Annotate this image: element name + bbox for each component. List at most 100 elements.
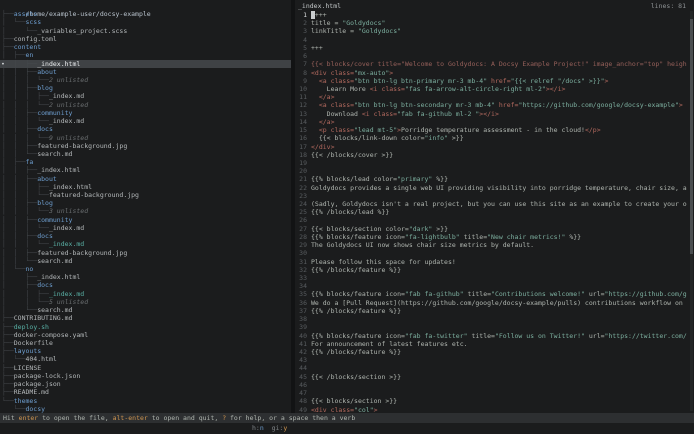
tree-item-dir[interactable]: │ ├──docs: [0, 281, 291, 289]
tree-item-dir[interactable]: ├──content: [0, 43, 291, 51]
tree-branch-guides: └──: [2, 397, 14, 405]
code-segment: Goldydocs provides a single web UI provi…: [311, 184, 687, 192]
code-line: 28{{% blocks/feature icon="fa-lightbulb"…: [295, 233, 687, 241]
code-text: </div>: [311, 143, 687, 151]
tree-item-label: search.md: [37, 150, 72, 158]
code-line: 41 For announcement of latest features et…: [295, 340, 687, 348]
code-segment: %}}: [432, 175, 448, 183]
tree-branch-guides: │ │ │ ├──: [2, 92, 49, 100]
tree-item-file[interactable]: │ │ │ └──_index.md: [0, 240, 291, 248]
line-number: 23: [295, 192, 307, 200]
tree-item-dir[interactable]: │ │ ├──community: [0, 216, 291, 224]
tree-item-dir[interactable]: │ │ ├──docs: [0, 125, 291, 133]
preview-code: 1 +++2title = "Goldydocs"3linkTitle = "G…: [295, 11, 687, 413]
tree-item-file[interactable]: │ │ │ ├──_index.html: [0, 183, 291, 191]
tree-item-file[interactable]: │ └──_variables_project.scss: [0, 27, 291, 35]
tree-item-file[interactable]: │ │ └──search.md: [0, 257, 291, 265]
preview-scrollbar-thumb[interactable]: [690, 19, 693, 254]
line-number: 21: [295, 175, 307, 183]
code-line: 47: [295, 389, 687, 397]
tree-item-file[interactable]: •│ │ ├──_index.html: [0, 60, 291, 68]
tree-item-file[interactable]: ├──Dockerfile: [0, 339, 291, 347]
tree-item-label: 3 unlisted: [49, 207, 88, 215]
tree-item-dir[interactable]: └──themes: [0, 397, 291, 405]
tree-branch-guides: ├──: [2, 339, 14, 347]
code-segment: We do a [Pull Request](https://github.co…: [311, 299, 687, 307]
code-text: {{% blocks/feature icon="fab fa-github" …: [311, 290, 687, 298]
code-segment: title=: [468, 332, 495, 340]
tree-item-dir[interactable]: │ │ ├──community: [0, 109, 291, 117]
code-segment: {{< /blocks/cover >}}: [311, 151, 393, 159]
tree-item-dir[interactable]: │ │ ├──about: [0, 175, 291, 183]
tree-item-dir[interactable]: │ ├──en: [0, 51, 291, 59]
code-text: {{% /blocks/feature %}}: [311, 348, 687, 356]
preview-panel[interactable]: _index.html lines: 81 1 +++2title = "Gol…: [295, 0, 694, 413]
code-text: The Goldydocs UI now shows chair size me…: [311, 241, 687, 249]
tree-item-file[interactable]: │ │ ├──featured-background.jpg: [0, 249, 291, 257]
code-line: 3linkTitle = "Goldydocs": [295, 27, 687, 35]
tree-item-file[interactable]: │ │ └──search.md: [0, 150, 291, 158]
line-number: 41: [295, 340, 307, 348]
tree-branch-guides: │ └──: [2, 18, 25, 26]
code-segment: +++: [315, 11, 327, 19]
tree-item-file[interactable]: │ │ ├──_index.html: [0, 166, 291, 174]
tree-branch-guides: ├──: [2, 314, 14, 322]
code-segment: {{% /blocks/feature %}}: [311, 348, 401, 356]
line-number: 39: [295, 323, 307, 331]
code-segment: alt-enter: [113, 414, 148, 422]
tree-branch-guides: │ │ │ └──: [2, 207, 49, 215]
line-number: 42: [295, 348, 307, 356]
code-segment: {{% blocks/feature icon=: [311, 332, 405, 340]
tree-item-label: LICENSE: [14, 364, 41, 372]
code-text: {{< /blocks/cover >}}: [311, 151, 687, 159]
tree-item-file[interactable]: ├──LICENSE: [0, 364, 291, 372]
tree-item-label: community: [37, 216, 72, 224]
tree-item-file[interactable]: ├──package-lock.json: [0, 372, 291, 380]
code-segment: Learn More: [311, 85, 370, 93]
tree-branch-guides: │ └──: [2, 355, 25, 363]
tree-item-dir[interactable]: │ └──scss: [0, 18, 291, 26]
code-line: 18 {{< /blocks/cover >}}: [295, 151, 687, 159]
tree-item-file[interactable]: │ │ │ └──_index.md: [0, 224, 291, 232]
tree-item-file[interactable]: │ │ ├──featured-background.jpg: [0, 142, 291, 150]
code-line: 5+++: [295, 44, 687, 52]
tree-item-file[interactable]: ├──docker-compose.yaml: [0, 331, 291, 339]
tree-item-label: about: [37, 68, 57, 76]
tree-item-file[interactable]: │ │ │ ├──_index.md: [0, 92, 291, 100]
code-text: For announcement of latest features etc.: [311, 340, 687, 348]
command-input-line[interactable]: :e h:n gi:y: [0, 423, 694, 434]
tree-item-dir[interactable]: ├──assets: [0, 10, 291, 18]
tree-branch-guides: │ │ ├──: [2, 166, 37, 174]
flag-label: h:: [252, 424, 260, 432]
tree-item-label: _index.html: [37, 60, 80, 68]
line-number: 18: [295, 151, 307, 159]
code-segment: {{% /blocks/feature %}}: [311, 307, 401, 315]
tree-item-label: scss: [25, 18, 41, 26]
line-number: 43: [295, 356, 307, 364]
tree-item-file[interactable]: ├──config.toml: [0, 35, 291, 43]
code-segment: "btn btn-lg btn-secondary mr-3 mb-4": [354, 101, 495, 109]
tree-item-file[interactable]: ├──deploy.sh: [0, 323, 291, 331]
code-line: 11 </a>: [295, 93, 687, 101]
tree-branch-guides: │ │ └──: [2, 150, 37, 158]
tree-item-dir[interactable]: │ └──no: [0, 265, 291, 273]
tree-item-file[interactable]: │ │ ├──_index.md: [0, 290, 291, 298]
code-text: {{% /blocks/feature %}}: [311, 266, 687, 274]
code-line: 29The Goldydocs UI now shows chair size …: [295, 241, 687, 249]
tree-item-dir[interactable]: └──docsy: [0, 405, 291, 413]
tree-item-label: _index.md: [49, 240, 84, 248]
tree-item-file[interactable]: ├──README.md: [0, 388, 291, 396]
file-tree-panel[interactable]: /home/example-user/docsy-example ├──asse…: [0, 0, 291, 413]
code-line: 13 Download <i class="fab fa-github ml-2…: [295, 110, 687, 118]
code-text: Goldydocs provides a single web UI provi…: [311, 184, 687, 192]
code-line: 30: [295, 249, 687, 257]
tree-item-file[interactable]: │ └──404.html: [0, 355, 291, 363]
tree-item-label: config.toml: [14, 35, 57, 43]
tree-item-dir[interactable]: │ │ ├──about: [0, 68, 291, 76]
tree-item-label: about: [37, 175, 57, 183]
tree-branch-guides: │ │ │ └──: [2, 117, 49, 125]
preview-scrollbar[interactable]: [690, 11, 693, 411]
code-text: [311, 381, 687, 389]
line-number: 6: [295, 52, 307, 60]
tree-item-file[interactable]: ├──CONTRIBUTING.md: [0, 314, 291, 322]
